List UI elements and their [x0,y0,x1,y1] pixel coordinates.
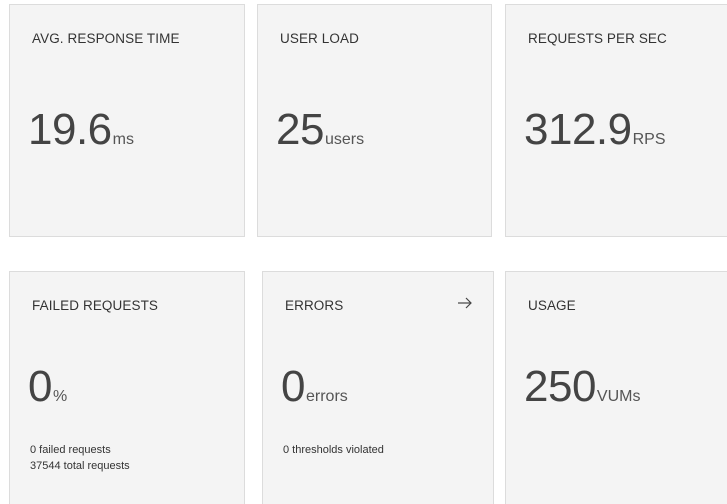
thresholds-violated-count: 0 thresholds violated [283,444,384,456]
failed-requests-count: 0 failed requests [30,444,111,456]
user-load-card: USER LOAD 25users [257,4,492,237]
failed-requests-card: FAILED REQUESTS 0% 0 failed requests 375… [9,271,245,504]
avg-response-time-card: AVG. RESPONSE TIME 19.6ms [9,4,245,237]
errors-metric: 0errors [281,365,348,409]
card-title: ERRORS [285,298,344,313]
metric-value: 0 [281,362,305,411]
metric-unit: users [324,131,365,148]
card-title: USER LOAD [280,31,359,46]
total-requests-count: 37544 total requests [30,460,130,472]
metric-unit: VUMs [596,388,641,405]
user-load-metric: 25users [276,108,364,152]
errors-details: 0 thresholds violated [283,442,384,458]
avg-response-time-metric: 19.6ms [28,108,134,152]
metric-value: 312.9 [524,105,632,154]
metric-unit: RPS [632,131,666,148]
card-title: AVG. RESPONSE TIME [32,31,180,46]
metric-value: 25 [276,105,324,154]
card-title: REQUESTS PER SEC [528,31,667,46]
metric-value: 0 [28,362,52,411]
metric-value: 19.6 [28,105,112,154]
metric-unit: ms [112,131,134,148]
errors-card[interactable]: ERRORS 0errors 0 thresholds violated [262,271,494,504]
load-test-summary-dashboard: AVG. RESPONSE TIME 19.6ms USER LOAD 25us… [0,0,727,504]
requests-per-sec-card: REQUESTS PER SEC 312.9RPS [505,4,727,237]
metric-unit: errors [305,388,348,405]
usage-card: USAGE 250VUMs [505,271,727,504]
usage-metric: 250VUMs [524,365,640,409]
arrow-right-icon[interactable] [455,294,475,312]
failed-requests-details: 0 failed requests 37544 total requests [30,442,130,474]
metric-value: 250 [524,362,596,411]
metric-unit: % [52,388,68,405]
card-title: USAGE [528,298,576,313]
failed-requests-metric: 0% [28,365,67,409]
requests-per-sec-metric: 312.9RPS [524,108,666,152]
card-title: FAILED REQUESTS [32,298,159,313]
